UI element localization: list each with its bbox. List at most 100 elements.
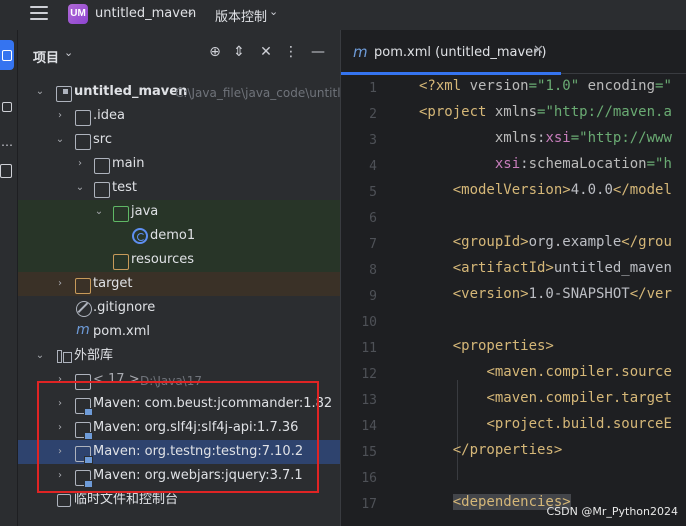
title-bar: UM untitled_maven ⌄ 版本控制 ⌄	[0, 0, 686, 30]
scratches-icon	[56, 493, 72, 509]
tree-item-label: untitled_maven	[74, 84, 188, 99]
tree-item-scratches[interactable]: 临时文件和控制台	[18, 488, 340, 512]
chevron-down-icon[interactable]: ⌄	[74, 179, 86, 197]
options-icon[interactable]: ⋮	[282, 44, 300, 60]
chevron-down-icon[interactable]: ⌄	[93, 203, 105, 221]
commit-tool-icon[interactable]	[0, 164, 12, 178]
tree-item-label: target	[93, 276, 133, 291]
jdk-folder-icon	[75, 374, 91, 390]
tab-pom-xml[interactable]: m pom.xml (untitled_maven) ✕	[341, 30, 561, 75]
collapse-all-icon[interactable]: ✕	[257, 44, 275, 60]
project-panel: 项目 ⌄ ⊕ ⇕ ✕ ⋮ — ⌄ untitled_maven C:\Java_…	[18, 30, 348, 526]
main-menu-icon[interactable]	[30, 6, 48, 22]
code-line: <project.build.sourceE	[486, 416, 672, 432]
line-number: 12	[361, 367, 377, 382]
code-line: </properties>	[452, 442, 563, 458]
maven-file-icon: m	[76, 322, 90, 338]
tree-item-label: .idea	[93, 108, 125, 123]
tree-item-project-root[interactable]: ⌄ untitled_maven C:\Java_file\java_code\…	[18, 80, 348, 104]
expand-all-icon[interactable]: ⇕	[230, 44, 248, 60]
tree-item-target[interactable]: › target	[18, 272, 340, 296]
library-icon	[56, 349, 72, 365]
chevron-right-icon[interactable]: ›	[54, 395, 66, 413]
maven-library-icon	[75, 470, 93, 488]
chevron-right-icon[interactable]: ›	[54, 467, 66, 485]
tree-item-library[interactable]: › Maven: org.webjars:jquery:3.7.1	[18, 464, 340, 488]
project-tool-icon[interactable]	[0, 40, 14, 70]
chevron-right-icon[interactable]: ›	[54, 419, 66, 437]
chevron-right-icon[interactable]: ›	[54, 443, 66, 461]
class-icon	[132, 228, 148, 244]
line-number: 13	[361, 393, 377, 408]
tree-item-label: main	[112, 156, 145, 171]
chevron-right-icon[interactable]: ›	[54, 371, 66, 389]
tree-item-jdk[interactable]: › < 17 > D:\Java\17	[18, 368, 340, 392]
chevron-down-icon[interactable]: ⌄	[34, 83, 46, 101]
code-line: <groupId>org.example</grou	[452, 234, 672, 250]
close-icon[interactable]: ✕	[533, 43, 544, 58]
tree-item-java[interactable]: ⌄ java	[18, 200, 340, 224]
line-number: 4	[369, 159, 377, 174]
tree-item-library[interactable]: › Maven: org.testng:testng:7.10.2	[18, 440, 340, 464]
maven-library-icon	[75, 446, 93, 464]
project-switcher[interactable]: untitled_maven	[95, 6, 196, 21]
tree-item-test[interactable]: ⌄ test	[18, 176, 340, 200]
tree-item-label: resources	[131, 252, 195, 267]
hide-icon[interactable]: —	[309, 44, 327, 60]
test-source-folder-icon	[113, 206, 129, 222]
chevron-down-icon[interactable]: ⌄	[34, 347, 46, 365]
watermark: CSDN @Mr_Python2024	[546, 505, 679, 518]
line-number: 2	[369, 107, 377, 122]
tree-item-resources[interactable]: resources	[18, 248, 340, 272]
more-tools-icon[interactable]: ⋯	[1, 138, 13, 152]
code-line: <modelVersion>4.0.0</model	[452, 182, 672, 198]
tree-item-gitignore[interactable]: .gitignore	[18, 296, 340, 320]
tree-item-src[interactable]: ⌄ src	[18, 128, 340, 152]
tree-item-label: pom.xml	[93, 324, 150, 339]
locate-icon[interactable]: ⊕	[206, 44, 224, 60]
chevron-right-icon[interactable]: ›	[54, 275, 66, 293]
line-number: 6	[369, 211, 377, 226]
chevron-right-icon[interactable]: ›	[74, 155, 86, 173]
folder-icon	[75, 110, 91, 126]
code-line: <artifactId>untitled_maven	[452, 260, 672, 276]
chevron-right-icon[interactable]: ›	[54, 107, 66, 125]
line-number: 1	[369, 81, 377, 96]
project-folder-icon	[56, 86, 72, 102]
tree-item-label: src	[93, 132, 112, 147]
panel-title[interactable]: 项目	[33, 47, 59, 66]
tree-item-label: Maven: org.webjars:jquery:3.7.1	[93, 468, 303, 483]
folder-icon	[75, 134, 91, 150]
code-line: <maven.compiler.target	[486, 390, 672, 406]
line-number: 11	[361, 341, 377, 356]
line-number: 16	[361, 471, 377, 486]
project-badge[interactable]: UM	[68, 4, 88, 24]
structure-tool-icon[interactable]	[2, 102, 12, 112]
tree-item-external-libraries[interactable]: ⌄ 外部库	[18, 344, 340, 368]
chevron-down-icon[interactable]: ⌄	[186, 5, 195, 18]
line-number: 7	[369, 237, 377, 252]
tree-item-label: 临时文件和控制台	[74, 492, 179, 507]
code-line: <?xml version="1.0" encoding="	[419, 78, 672, 94]
chevron-down-icon[interactable]: ⌄	[54, 131, 66, 149]
tree-item-path: D:\Java\17	[140, 374, 202, 388]
folder-icon	[94, 158, 110, 174]
tree-item-demo1[interactable]: demo1	[18, 224, 340, 248]
code-area[interactable]: <?xml version="1.0" encoding=" <project …	[419, 74, 686, 526]
tree-item-idea[interactable]: › .idea	[18, 104, 340, 128]
vcs-menu[interactable]: 版本控制	[215, 6, 267, 25]
code-line: <version>1.0-SNAPSHOT</ver	[452, 286, 672, 302]
chevron-down-icon[interactable]: ⌄	[64, 46, 73, 59]
chevron-down-icon[interactable]: ⌄	[269, 5, 278, 18]
excluded-folder-icon	[75, 278, 91, 294]
code-line: <properties>	[452, 338, 554, 354]
code-line: <maven.compiler.source	[486, 364, 672, 380]
tree-item-library[interactable]: › Maven: com.beust:jcommander:1.82	[18, 392, 340, 416]
line-number: 14	[361, 419, 377, 434]
ignore-file-icon	[76, 301, 92, 317]
line-number: 17	[361, 497, 377, 512]
tree-item-library[interactable]: › Maven: org.slf4j:slf4j-api:1.7.36	[18, 416, 340, 440]
tree-item-path: C:\Java_file\java_code\untitle	[175, 86, 348, 100]
tree-item-pom[interactable]: m pom.xml	[18, 320, 340, 344]
tree-item-main[interactable]: › main	[18, 152, 340, 176]
